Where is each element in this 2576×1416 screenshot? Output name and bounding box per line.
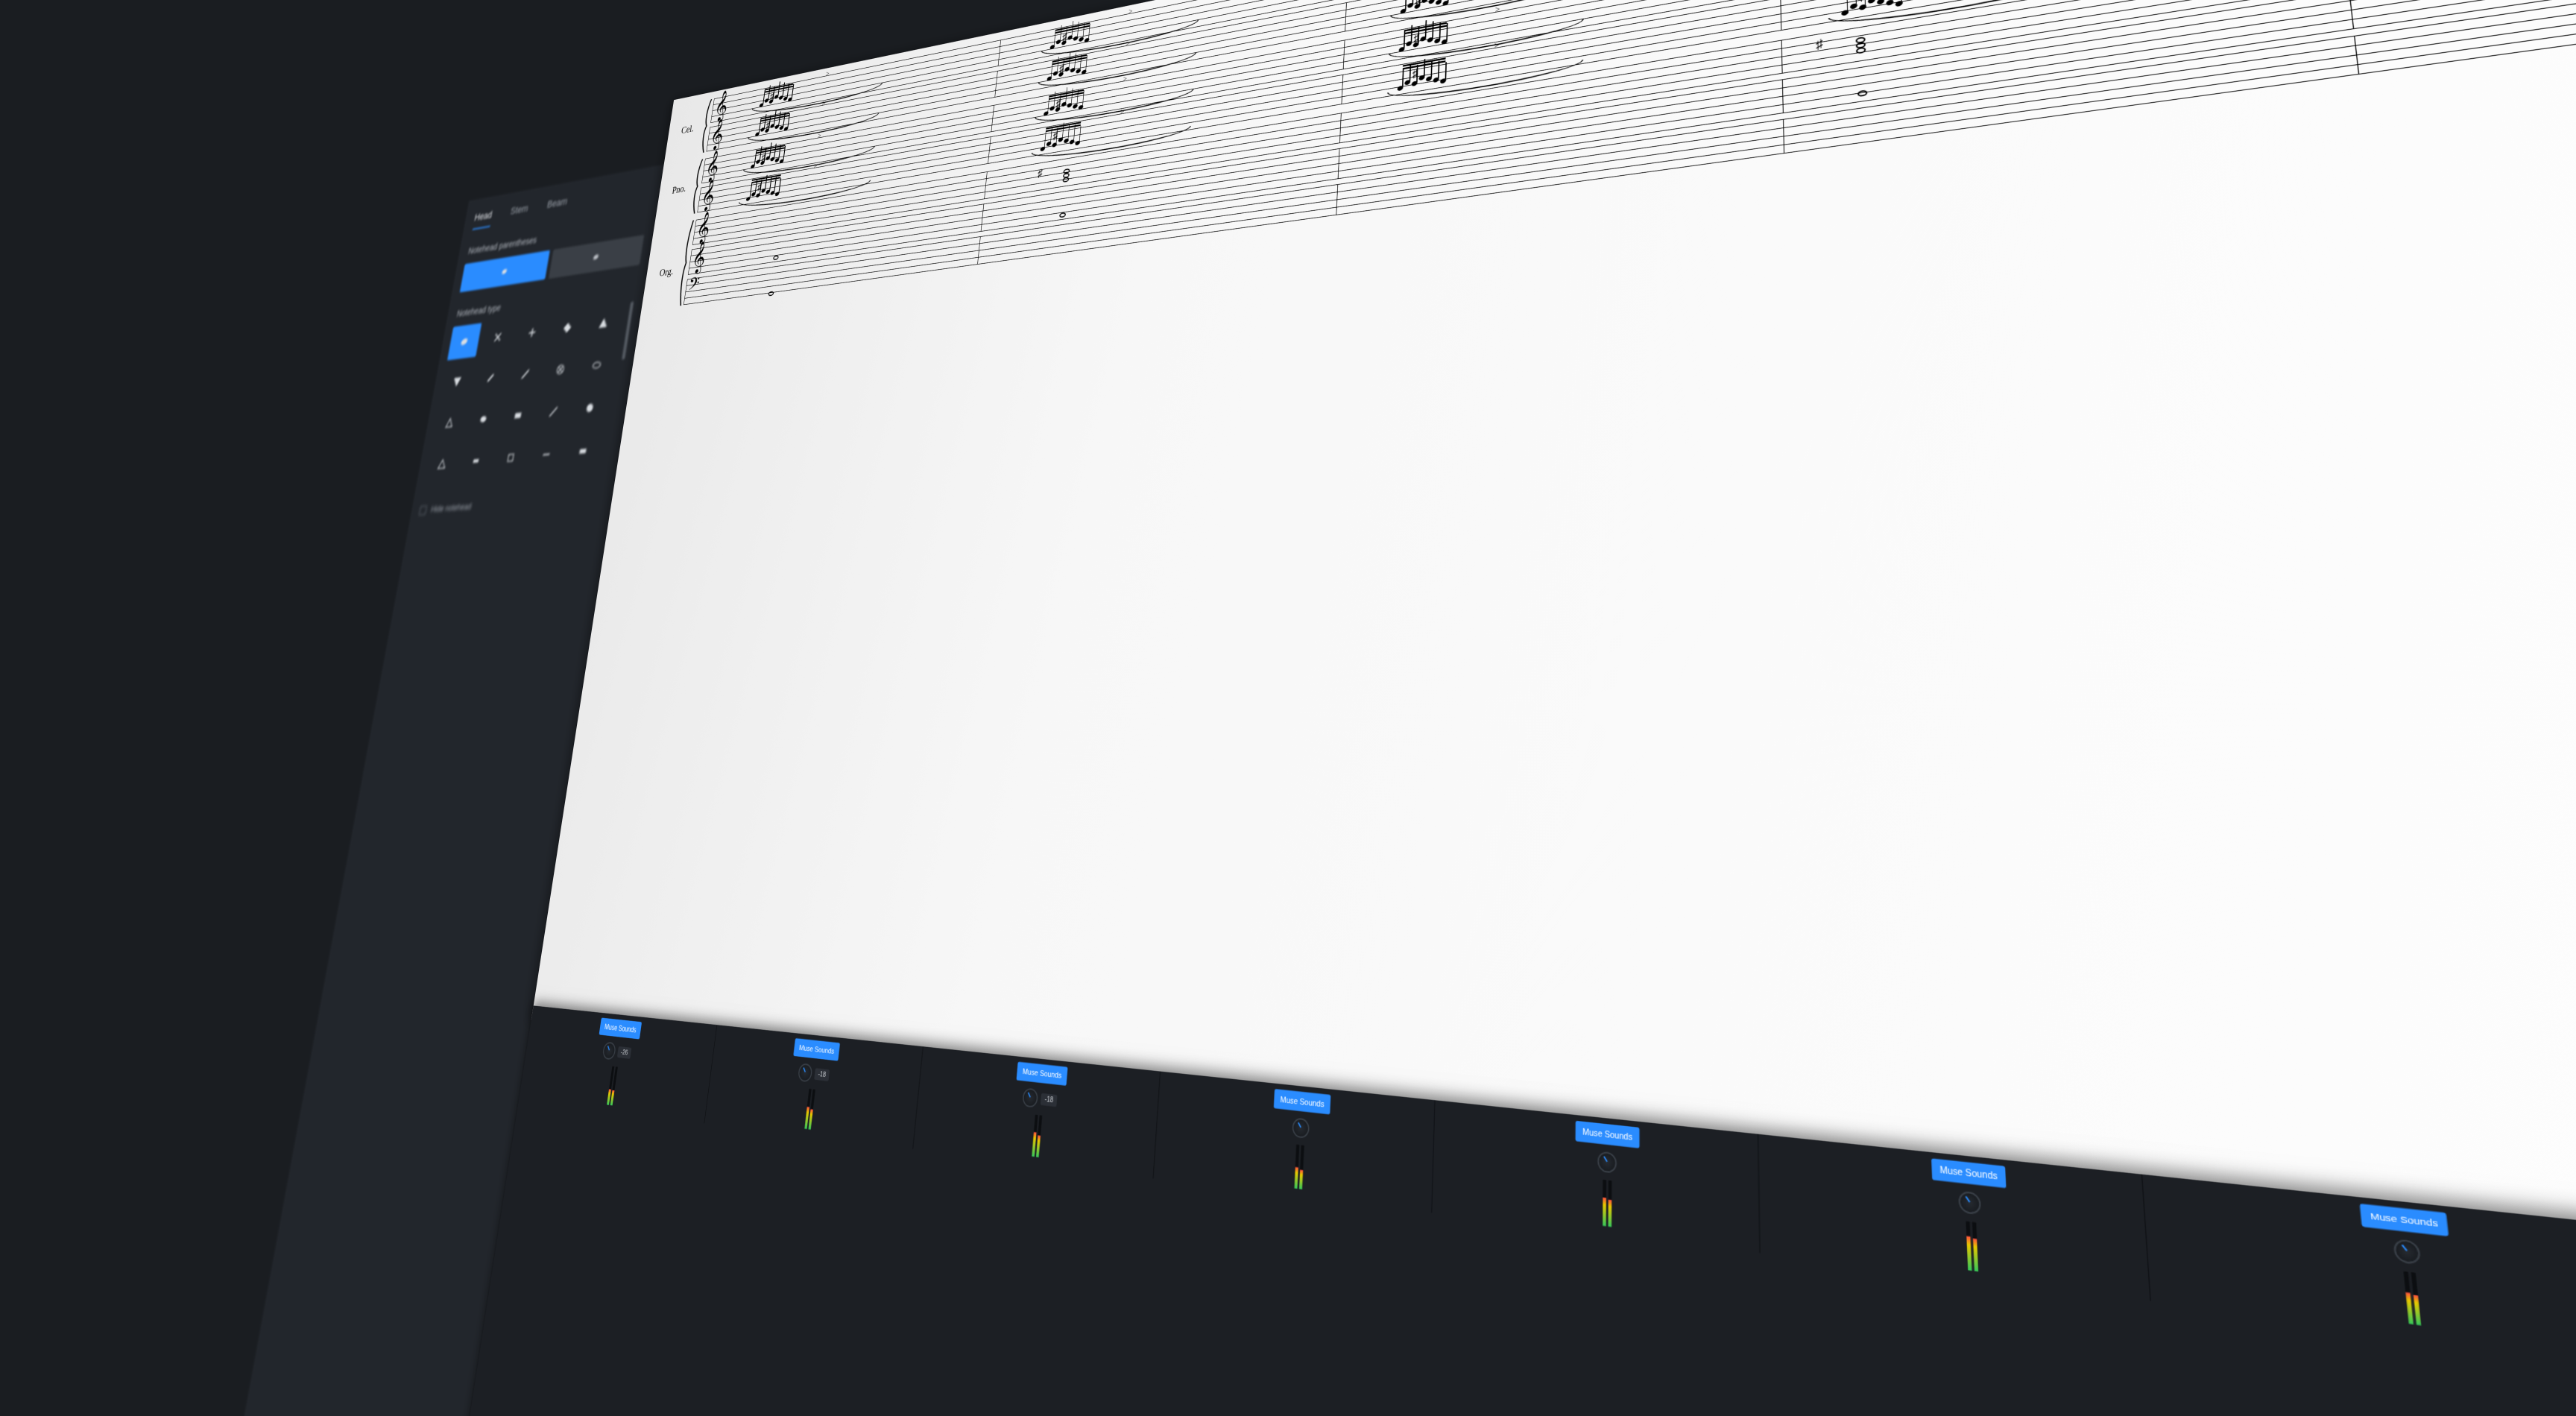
notehead-type-re[interactable]: [466, 400, 502, 438]
level-meter: [1603, 1180, 1611, 1227]
parentheses-none-button[interactable]: [460, 250, 550, 293]
notehead-type-fa[interactable]: [535, 392, 572, 431]
pan-row: [1959, 1191, 1982, 1216]
sound-select-button[interactable]: Muse Sounds: [1275, 1089, 1331, 1114]
notehead-type-plus[interactable]: [514, 313, 550, 352]
notehead-type-line[interactable]: [528, 435, 565, 474]
tab-stem[interactable]: Stem: [509, 203, 530, 224]
hide-notehead-row[interactable]: Hide notehead: [419, 491, 604, 515]
sound-select-button[interactable]: Muse Sounds: [794, 1038, 840, 1061]
db-value[interactable]: -18: [1041, 1093, 1058, 1107]
mixer-channel: Muse Sounds -18: [924, 1048, 1161, 1179]
pan-knob[interactable]: [1959, 1191, 1982, 1216]
notehead-type-slash-hollow[interactable]: [473, 359, 508, 397]
notehead-type-normal[interactable]: [447, 323, 482, 360]
pan-row: -18: [1022, 1087, 1058, 1110]
tab-beam[interactable]: Beam: [546, 195, 569, 217]
pan-knob[interactable]: [2393, 1239, 2422, 1265]
level-meter: [1032, 1115, 1042, 1157]
mixer-channel: Muse Sounds: [1174, 1073, 1436, 1213]
notehead-type-circle-x[interactable]: [543, 350, 579, 389]
instrument-label-cel: Cel.: [681, 123, 695, 136]
notehead-type-square[interactable]: [493, 438, 529, 477]
level-meter: [1966, 1221, 1978, 1271]
pan-row: [1597, 1151, 1617, 1174]
notehead-type-triangle-down[interactable]: [440, 363, 474, 400]
notehead-type-diamond[interactable]: [549, 309, 586, 347]
instrument-label-pno: Pno.: [672, 183, 687, 196]
hide-notehead-checkbox[interactable]: [419, 505, 427, 515]
notehead-type-oval[interactable]: [578, 345, 616, 385]
pan-row: -26: [602, 1042, 632, 1063]
mixer-channel: Muse Sounds -26: [520, 1005, 718, 1123]
notehead-type-mi[interactable]: [500, 396, 536, 435]
pan-knob[interactable]: [798, 1063, 814, 1082]
level-meter: [2404, 1271, 2422, 1326]
notehead-type-grid: [425, 303, 622, 483]
notehead-type-triangle-up[interactable]: [585, 303, 622, 343]
db-value[interactable]: -18: [815, 1068, 830, 1081]
notehead-type-la[interactable]: [425, 445, 460, 482]
instrument-label-org: Org.: [659, 266, 675, 279]
notehead-type-cross[interactable]: [481, 318, 516, 356]
level-meter: [1295, 1145, 1304, 1189]
pan-knob[interactable]: [1597, 1151, 1617, 1174]
pan-knob[interactable]: [602, 1042, 616, 1061]
pan-knob[interactable]: [1292, 1117, 1310, 1139]
mixer-channel: Muse Sounds -18: [708, 1025, 924, 1149]
hide-notehead-label: Hide notehead: [430, 502, 472, 515]
notehead-type-ti[interactable]: [458, 442, 494, 480]
pan-row: [2393, 1239, 2422, 1265]
level-meter: [607, 1066, 618, 1106]
pan-knob[interactable]: [1022, 1087, 1038, 1107]
parentheses-on-button[interactable]: [549, 235, 644, 279]
db-value[interactable]: -26: [617, 1046, 632, 1059]
sound-select-button[interactable]: Muse Sounds: [599, 1018, 642, 1040]
notehead-type-sol[interactable]: [571, 388, 608, 428]
tab-head[interactable]: Head: [473, 209, 493, 230]
sound-select-button[interactable]: Muse Sounds: [1017, 1062, 1068, 1086]
pan-row: [1292, 1117, 1310, 1139]
notehead-type-scrollbar[interactable]: [622, 302, 634, 360]
pan-row: -18: [798, 1063, 831, 1084]
notehead-type-do[interactable]: [432, 404, 467, 441]
notehead-type-rect[interactable]: [564, 432, 602, 471]
level-meter: [805, 1089, 816, 1130]
notehead-type-slash[interactable]: [508, 355, 543, 393]
